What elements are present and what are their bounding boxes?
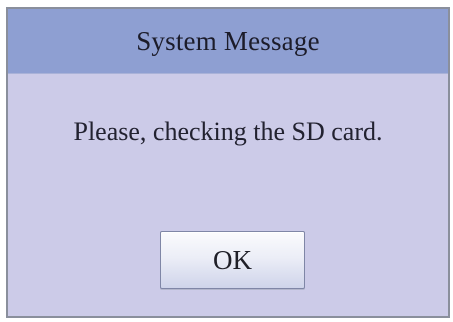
dialog-title: System Message [136, 25, 320, 56]
dialog-title-bar: System Message [8, 9, 448, 74]
system-message-dialog: System Message Please, checking the SD c… [6, 7, 450, 318]
ok-button-label: OK [213, 244, 252, 275]
dialog-message: Please, checking the SD card. [73, 117, 383, 146]
ok-button[interactable]: OK [160, 231, 305, 289]
